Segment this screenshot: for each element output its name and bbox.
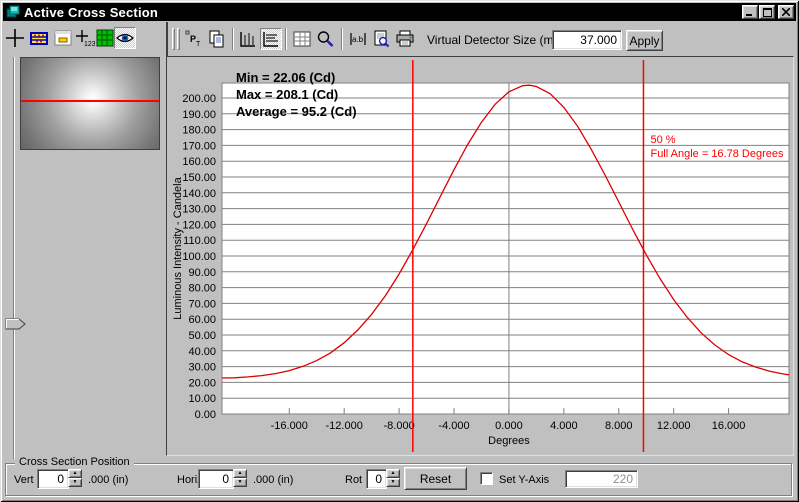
rot-label: Rot [345, 474, 363, 486]
rot-spin-up[interactable]: ▲ [386, 469, 400, 478]
x-tick-label: -16.000 [271, 420, 308, 432]
svg-text:a.b: a.b [352, 35, 364, 44]
close-button[interactable] [778, 5, 794, 19]
y-tick-label: 140.00 [182, 188, 216, 200]
toolbar-gripper[interactable] [177, 28, 180, 50]
y-axis-title: Luminous Intensity - Candela [172, 176, 184, 319]
y-tick-label: 110.00 [183, 235, 216, 247]
toolbar-separator [232, 28, 234, 50]
print-preview-icon[interactable] [370, 28, 392, 50]
toolbar-gripper[interactable] [172, 28, 175, 50]
print-icon[interactable] [394, 28, 416, 50]
image-window-icon[interactable] [53, 27, 73, 49]
profile-pt-icon[interactable]: P T [183, 28, 205, 50]
window-title: Active Cross Section [24, 4, 159, 20]
y-tick-label: 160.00 [182, 156, 216, 168]
set-y-axis-label: Set Y-Axis [499, 474, 550, 486]
y-tick-label: 180.00 [182, 125, 216, 137]
apply-button[interactable]: Apply [626, 30, 663, 51]
vert-label: Vert [14, 474, 34, 486]
maximize-button[interactable] [759, 5, 775, 19]
set-y-axis-checkbox[interactable] [480, 472, 493, 485]
group-label: Cross Section Position [15, 456, 134, 468]
table-icon[interactable] [291, 28, 313, 50]
y-tick-label: 90.00 [188, 267, 216, 279]
detector-size-label: Virtual Detector Size (mm) [427, 33, 568, 47]
x-tick-label: -4.000 [438, 420, 469, 432]
chart-pane: 0.00 10.00 20.00 30.00 40.00 50.00 60.00 70.00 8… [166, 56, 794, 456]
marker-annotation: 50 % [650, 134, 675, 146]
y-tick-label: 190.00 [182, 109, 216, 121]
coordinate-readout-icon[interactable]: 123 [74, 27, 96, 49]
stats-annotation: Min = 22.06 (Cd) [236, 70, 335, 85]
horiz-input[interactable] [198, 469, 234, 489]
vert-spin-down[interactable]: ▼ [68, 478, 82, 487]
vertical-profile-icon[interactable] [237, 28, 259, 50]
horiz-unit: .000 (in) [253, 474, 294, 486]
marker-annotation: Full Angle = 16.78 Degrees [650, 148, 784, 160]
horiz-spin-up[interactable]: ▲ [233, 469, 247, 478]
y-tick-label: 170.00 [182, 140, 216, 152]
y-tick-label: 0.00 [195, 409, 216, 421]
y-axis-max-field[interactable]: 220 [565, 470, 638, 488]
y-tick-label: 130.00 [182, 204, 216, 216]
position-slider-track[interactable] [13, 57, 15, 459]
detector-array-icon[interactable] [28, 27, 50, 49]
y-tick-label: 50.00 [188, 330, 216, 342]
x-tick-label: -12.000 [326, 420, 363, 432]
minimize-button[interactable] [742, 5, 758, 19]
x-tick-label: 16.000 [712, 420, 746, 432]
x-tick-label: -8.000 [384, 420, 415, 432]
y-tick-label: 80.00 [188, 283, 216, 295]
cross-section-line[interactable] [21, 100, 159, 102]
y-tick-label: 70.00 [188, 298, 216, 310]
vert-spinner[interactable]: ▲ ▼ [68, 469, 82, 487]
stats-annotation: Max = 208.1 (Cd) [236, 87, 338, 102]
toolbar-separator [285, 28, 287, 50]
pane-divider [166, 22, 168, 56]
stats-annotation: Average = 95.2 (Cd) [236, 104, 357, 119]
titlebar[interactable]: Active Cross Section [3, 3, 796, 21]
copy-icon[interactable] [206, 28, 228, 50]
x-tick-label: 8.000 [605, 420, 633, 432]
vert-unit: .000 (in) [88, 474, 129, 486]
vert-spin-up[interactable]: ▲ [68, 469, 82, 478]
color-grid-icon[interactable] [95, 27, 115, 49]
x-tick-label: 4.000 [550, 420, 578, 432]
svg-text:123: 123 [84, 41, 95, 48]
svg-text:T: T [196, 41, 201, 48]
horiz-spinner[interactable]: ▲ ▼ [233, 469, 247, 487]
active-cross-section-window: Active Cross Section 123 P T a.b Virtual… [0, 0, 799, 502]
detector-size-input[interactable] [552, 30, 622, 50]
cross-section-chart[interactable]: 0.00 10.00 20.00 30.00 40.00 50.00 60.00 70.00 8… [167, 57, 793, 455]
y-tick-label: 60.00 [188, 314, 216, 326]
y-tick-label: 150.00 [182, 172, 216, 184]
rot-spin-down[interactable]: ▼ [386, 478, 400, 487]
zoom-icon[interactable] [314, 28, 336, 50]
x-tick-label: 0.000 [495, 420, 523, 432]
vert-input[interactable] [37, 469, 69, 489]
annotate-icon[interactable]: a.b [347, 28, 369, 50]
horizontal-profile-icon[interactable] [260, 28, 282, 50]
y-tick-label: 30.00 [188, 362, 216, 374]
beam-image-thumbnail[interactable] [20, 57, 160, 150]
y-tick-label: 40.00 [188, 346, 216, 358]
toolbar-separator [341, 28, 343, 50]
x-tick-label: 12.000 [657, 420, 691, 432]
app-icon [6, 5, 20, 18]
y-tick-label: 200.00 [182, 93, 216, 105]
eye-icon[interactable] [114, 27, 136, 49]
rot-input[interactable] [366, 469, 387, 489]
y-tick-label: 10.00 [188, 393, 216, 405]
reset-button[interactable]: Reset [404, 467, 467, 490]
x-axis-title: Degrees [488, 435, 530, 447]
y-tick-label: 20.00 [188, 377, 216, 389]
y-tick-label: 120.00 [182, 219, 216, 231]
position-slider-thumb[interactable] [5, 318, 27, 330]
horiz-spin-down[interactable]: ▼ [233, 478, 247, 487]
y-tick-label: 100.00 [182, 251, 216, 263]
crosshair-icon[interactable] [4, 27, 26, 49]
rot-spinner[interactable]: ▲ ▼ [386, 469, 400, 487]
